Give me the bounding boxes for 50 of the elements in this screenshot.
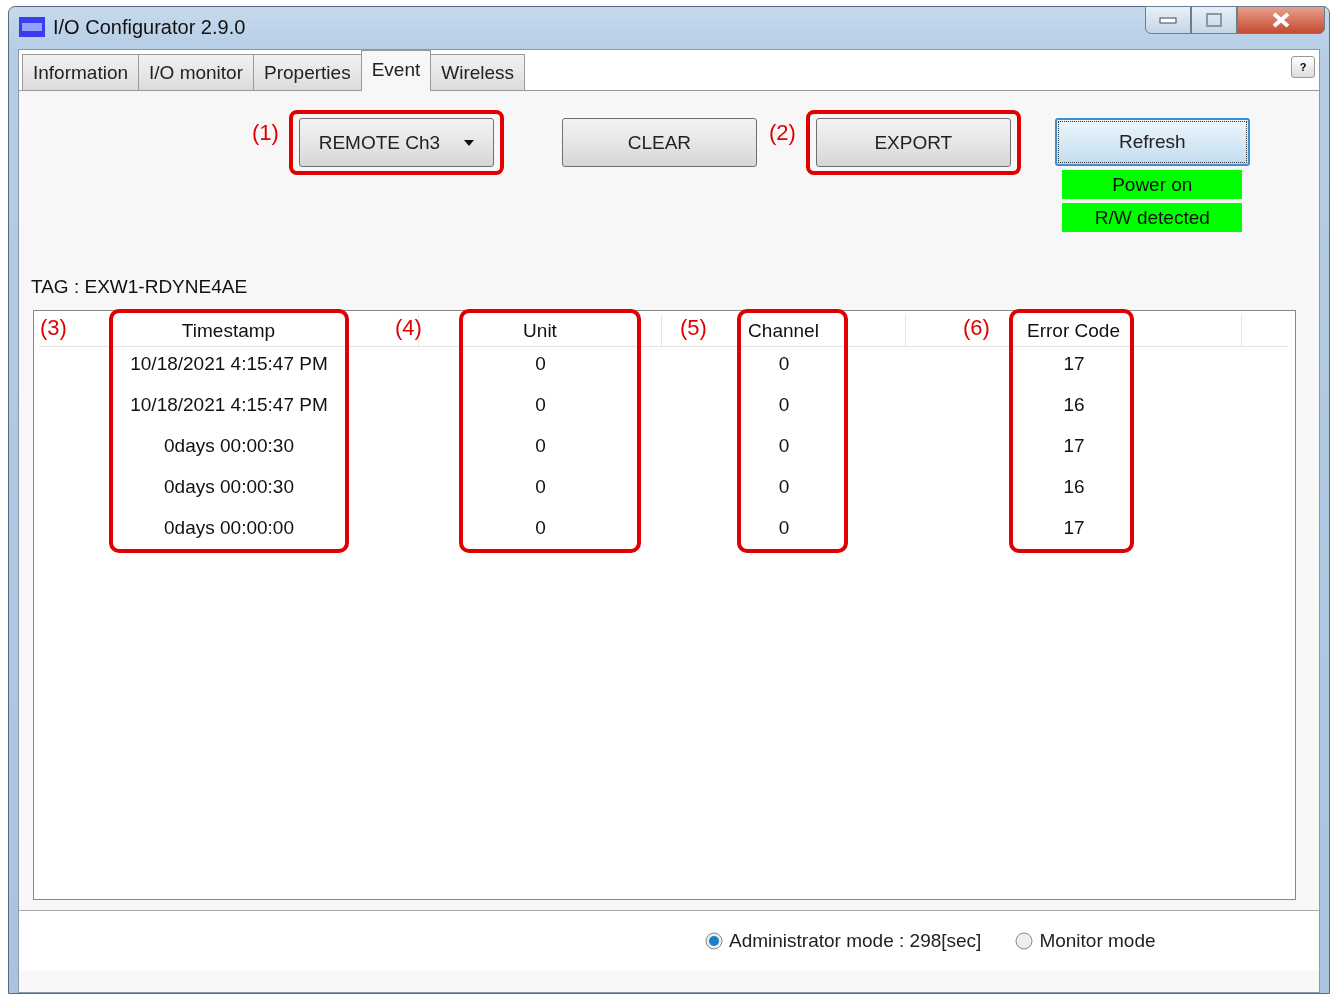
annotation-number: (6) [963,315,990,341]
channel-dropdown[interactable]: REMOTE Ch3 [298,118,494,167]
table-cell: 16 [1063,476,1085,497]
table-cell: 17 [1063,517,1085,538]
table-cell: 0 [535,353,546,374]
table-cell: 17 [1063,435,1085,456]
table-cell: 0days 00:00:00 [164,517,294,538]
table-cell: 0days 00:00:30 [164,435,294,456]
mode-radio[interactable]: Monitor mode [1015,930,1156,952]
close-icon [1271,12,1291,28]
table-cell: 0 [778,517,790,538]
tab[interactable]: I/O monitor [138,54,255,90]
tab[interactable]: Information [22,54,140,90]
window-title: I/O Configurator 2.9.0 [53,15,246,39]
table-cell: 0 [535,517,546,538]
table-cell: 17 [1063,353,1085,374]
tag-label: TAG : EXW1-RDYNE4AE [30,276,249,299]
annotation-number: (2) [768,120,796,146]
export-button[interactable]: EXPORT [815,118,1011,167]
help-button[interactable]: ? [1291,56,1315,78]
maximize-icon [1206,13,1222,27]
table-cell: 0 [778,476,790,497]
clear-button[interactable]: CLEAR [561,118,757,167]
annotation-number: (4) [395,315,422,341]
refresh-button[interactable]: Refresh [1054,118,1250,166]
table-cell: 0 [535,394,546,415]
table-cell: 0 [535,435,546,456]
table-cell: 0 [778,353,790,374]
table-cell: 0 [778,435,790,456]
annotation-number: (1) [252,120,279,146]
table-cell: 16 [1063,394,1085,415]
caret-icon [464,139,475,146]
table-cell: 0 [778,394,790,415]
maximize-button[interactable] [1191,6,1237,34]
tab[interactable]: Event [360,50,432,91]
minimize-icon [1159,16,1177,24]
status-indicator: R/W detected [1062,203,1243,232]
tab[interactable]: Wireless [430,54,526,90]
table-cell: 10/18/2021 4:15:47 PM [130,394,328,415]
table-cell: 0days 00:00:30 [164,476,294,497]
mode-radio[interactable]: Administrator mode : 298[sec] [705,930,982,952]
table-cell: 10/18/2021 4:15:47 PM [130,353,328,374]
tab[interactable]: Properties [253,54,362,90]
table-cell: 0 [535,476,546,497]
annotation-number: (3) [40,315,67,341]
minimize-button[interactable] [1145,6,1191,34]
status-indicator: Power on [1062,170,1243,199]
app-icon [19,17,45,37]
close-button[interactable] [1237,6,1325,34]
annotation-number: (5) [680,315,707,341]
